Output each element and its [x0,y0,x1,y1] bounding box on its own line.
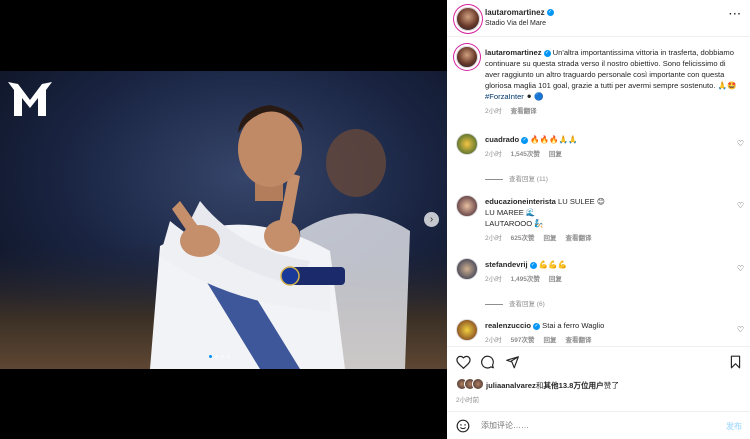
likes-end: 赞了 [603,381,619,390]
comments-list[interactable]: lautaromartinez ✓ Un'altra importantissim… [447,38,750,346]
comment-meta: 2小时 625次赞 回复 查看翻译 [485,233,737,244]
heart-icon[interactable]: ♡ [737,139,744,148]
author-avatar[interactable] [456,7,480,31]
verified-icon: ✓ [543,49,551,57]
comment-text: LU SULEE 😊 [558,197,605,206]
caption-username[interactable]: lautaromartinez [485,48,542,57]
author-username-row[interactable]: lautaromartinez ✓ [485,8,554,17]
comment-username[interactable]: realenzuccio [485,321,531,330]
post-photo[interactable] [0,71,447,369]
comment-likes[interactable]: 1,545次赞 [511,149,540,160]
caption-body: lautaromartinez ✓ Un'altra importantissim… [485,47,737,117]
comment-time: 2小时 [485,235,502,242]
commenter-avatar[interactable] [456,195,478,217]
post-header: lautaromartinez ✓ Stadio Via del Mare ··· [447,0,750,37]
comment-username[interactable]: stefandevrij [485,260,528,269]
comment-body: realenzuccio ✓ Stai a ferro Waglio 2小时 59… [485,320,737,346]
verified-icon: ✓ [546,9,554,17]
bookmark-icon[interactable] [729,355,742,371]
post-location[interactable]: Stadio Via del Mare [485,20,546,27]
comment-input[interactable] [481,421,681,430]
comment-body: stefandevrij ✓ 💪💪💪 2小时 1,495次赞 回复 [485,259,737,285]
watermark-logo [6,80,54,118]
caption-avatar[interactable] [456,46,478,68]
carousel-dot [221,355,224,358]
hashtag-link[interactable]: #ForzaInter [485,92,524,101]
comment-body: educazioneinterista LU SULEE 😊 LU MAREE … [485,196,737,244]
add-comment-bar: 发布 [447,411,750,439]
heart-icon[interactable]: ♡ [737,201,744,210]
view-replies-button[interactable]: 查看回复 (6) [485,298,545,308]
commenter-avatar[interactable] [456,319,478,341]
comment-text: 🔥🔥🔥🙏🙏 [530,135,578,144]
post-side-panel: lautaromartinez ✓ Stadio Via del Mare ···… [447,0,750,439]
reply-button[interactable]: 回复 [549,274,562,285]
carousel-indicator [209,355,230,358]
comment-text: Stai a ferro Waglio [542,321,605,330]
action-bar [447,346,750,376]
comment-time: 2小时 [485,276,502,283]
carousel-dot-active [209,355,212,358]
view-replies-button[interactable]: 查看回复 (11) [485,173,548,183]
emoji-icon[interactable] [456,419,470,436]
post-comment-button[interactable]: 发布 [726,421,742,432]
comment-meta: 2小时 597次赞 回复 查看翻译 [485,335,737,346]
chevron-right-icon: › [429,213,434,225]
reply-button[interactable]: 回复 [549,149,562,160]
commenter-avatar[interactable] [456,258,478,280]
post-dialog: › lautaromartinez ✓ Stadio Via del Mare ·… [0,0,750,439]
comment-likes[interactable]: 625次赞 [511,233,535,244]
comment-time: 2小时 [485,151,502,158]
comment-meta: 2小时 1,495次赞 回复 [485,274,737,285]
next-image-button[interactable]: › [424,212,439,227]
likes-others[interactable]: 其他13.8万位用户 [543,381,603,390]
carousel-dot [227,355,230,358]
comment-username[interactable]: cuadrado [485,135,519,144]
likes-summary[interactable]: juliaanalvarez和其他13.8万位用户赞了 [486,380,619,391]
comment-likes[interactable]: 597次赞 [511,335,535,346]
see-translation-button[interactable]: 查看翻译 [565,233,591,244]
likes-row: juliaanalvarez和其他13.8万位用户赞了 [456,378,746,392]
see-translation-button[interactable]: 查看翻译 [511,106,537,117]
liker-username[interactable]: juliaanalvarez [486,381,536,390]
caption-time: 2小时 [485,108,502,115]
verified-icon: ✓ [529,261,537,269]
author-username[interactable]: lautaromartinez [485,8,545,17]
comment-time: 2小时 [485,337,502,344]
comment-icon[interactable] [480,355,495,371]
see-translation-button[interactable]: 查看翻译 [565,335,591,346]
share-icon[interactable] [505,355,520,371]
player-photo-illustration [0,71,447,369]
more-horizontal-icon[interactable]: ··· [729,9,742,20]
heart-icon[interactable]: ♡ [737,264,744,273]
comment-meta: 2小时 1,545次赞 回复 [485,149,737,160]
post-timestamp[interactable]: 2小时前 [456,394,479,404]
caption-meta: 2小时 查看翻译 [485,106,737,117]
reply-button[interactable]: 回复 [543,233,556,244]
comment-username[interactable]: educazioneinterista [485,197,556,206]
verified-icon: ✓ [521,136,529,144]
heart-icon[interactable]: ♡ [737,325,744,334]
comment-text-line2: LU MAREE 🌊 [485,208,536,217]
comment-body: cuadrado ✓ 🔥🔥🔥🙏🙏 2小时 1,545次赞 回复 [485,134,737,160]
commenter-avatar[interactable] [456,133,478,155]
media-panel: › [0,0,447,439]
carousel-dot [215,355,218,358]
reply-button[interactable]: 回复 [543,335,556,346]
heart-icon[interactable] [456,355,471,371]
comment-text: 💪💪💪 [538,260,568,269]
comment-likes[interactable]: 1,495次赞 [511,274,540,285]
verified-icon: ✓ [533,322,541,330]
caption-tail: ⚫ 🔵 [523,92,544,101]
comment-text-line3: LAUTAROOO 🧞 [485,219,544,228]
liker-avatar [472,378,484,390]
